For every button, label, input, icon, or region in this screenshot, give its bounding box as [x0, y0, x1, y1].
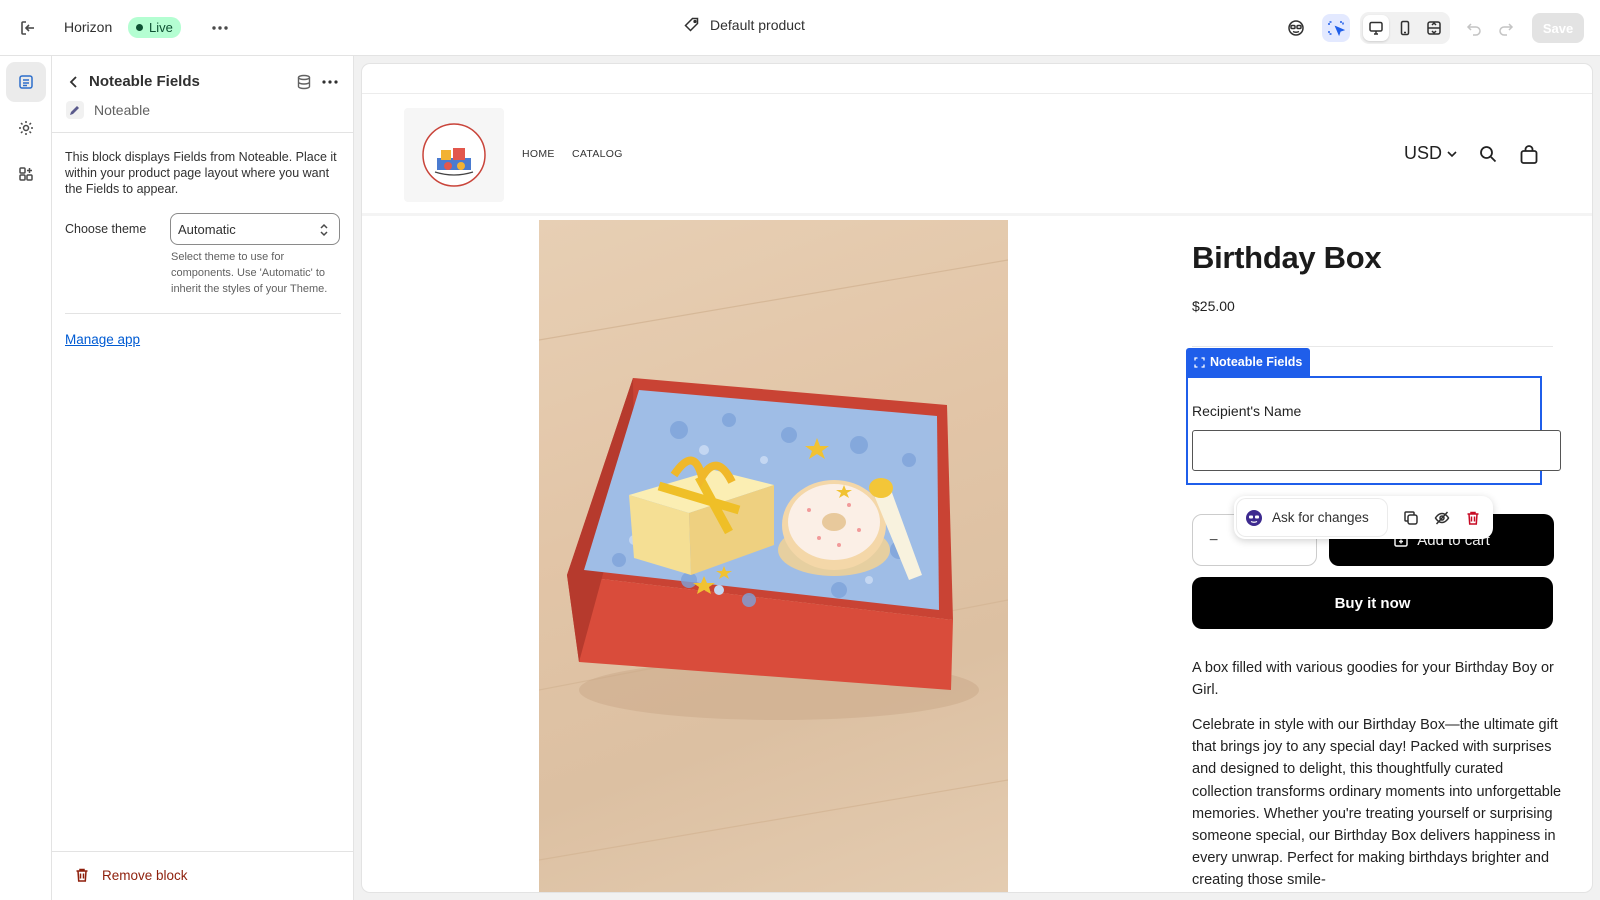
template-name: Default product [710, 17, 805, 33]
block-toolbar: Ask for changes [1234, 496, 1493, 539]
quantity-decrease[interactable]: − [1209, 532, 1218, 550]
delete-icon[interactable] [1461, 506, 1485, 530]
theme-select[interactable]: Automatic [170, 213, 340, 245]
apps-icon[interactable] [6, 154, 46, 194]
app-source: Noteable [66, 101, 150, 119]
remove-block-label: Remove block [102, 867, 188, 883]
recipient-name-input[interactable] [1192, 430, 1561, 471]
template-selector[interactable]: Default product [684, 17, 805, 33]
product-short-description: A box filled with various goodies for yo… [1192, 660, 1554, 698]
viewport-switcher [1360, 12, 1450, 44]
top-bar: Horizon Live Default product Save [0, 0, 1600, 56]
block-tag-label: Noteable Fields [1210, 355, 1303, 369]
cart-icon[interactable] [1518, 144, 1540, 166]
theme-help-text: Select theme to use for components. Use … [171, 251, 328, 295]
announcement-bar [362, 64, 1592, 94]
ask-for-changes-label: Ask for changes [1272, 510, 1369, 525]
redo-icon[interactable] [1492, 14, 1520, 42]
product-price: $25.00 [1192, 298, 1235, 314]
inspector-icon[interactable] [1322, 14, 1350, 42]
search-icon[interactable] [1478, 144, 1498, 164]
sidekick-icon[interactable] [1282, 14, 1310, 42]
app-name: Noteable [94, 102, 151, 118]
database-icon[interactable] [294, 72, 314, 92]
sidekick-icon [1246, 509, 1262, 526]
desktop-icon[interactable] [1363, 15, 1389, 41]
divider [65, 313, 341, 314]
currency-selector[interactable]: USD [1404, 143, 1457, 164]
selection-frame-icon [1194, 356, 1205, 368]
tag-icon [684, 17, 699, 32]
undo-icon[interactable] [1460, 14, 1488, 42]
remove-block-button[interactable]: Remove block [74, 867, 188, 883]
currency-value: USD [1404, 143, 1443, 163]
store-logo[interactable] [404, 108, 504, 202]
divider [1192, 346, 1553, 347]
divider [52, 851, 354, 852]
nav-home-link[interactable]: HOME [522, 148, 555, 160]
mobile-icon[interactable] [1392, 15, 1418, 41]
status-badge: Live [128, 17, 181, 38]
ask-for-changes-button[interactable]: Ask for changes [1237, 499, 1387, 536]
storefront-preview: HOME CATALOG USD Birthday Box $25.00 Not… [362, 64, 1592, 892]
save-button[interactable]: Save [1532, 13, 1584, 43]
store-name[interactable]: Horizon [64, 19, 112, 35]
block-selection-tag[interactable]: Noteable Fields [1186, 348, 1311, 376]
theme-label: Choose theme [65, 222, 147, 236]
sections-icon[interactable] [6, 62, 46, 102]
divider [52, 132, 354, 133]
product-title: Birthday Box [1192, 240, 1382, 275]
sidebar-rail [0, 56, 52, 900]
product-long-description: Celebrate in style with our Birthday Box… [1192, 717, 1562, 889]
nav-catalog-link[interactable]: CATALOG [572, 148, 623, 160]
theme-settings-icon[interactable] [6, 108, 46, 148]
buy-now-button[interactable]: Buy it now [1192, 577, 1553, 629]
status-badge-label: Live [149, 20, 173, 35]
hide-icon[interactable] [1430, 506, 1454, 530]
store-header: HOME CATALOG USD [362, 94, 1592, 216]
settings-panel: Noteable Fields Noteable This block disp… [52, 56, 354, 900]
product-image[interactable] [539, 220, 1008, 892]
chevron-down-icon [1447, 150, 1457, 157]
duplicate-icon[interactable] [1399, 506, 1423, 530]
theme-select-value: Automatic [178, 221, 236, 237]
panel-more-icon[interactable] [318, 72, 342, 92]
fullwidth-icon[interactable] [1421, 15, 1447, 41]
recipient-name-label: Recipient's Name [1192, 403, 1302, 419]
select-chevron-icon [320, 223, 328, 237]
trash-icon [76, 868, 88, 882]
panel-title: Noteable Fields [89, 73, 200, 90]
block-description: This block displays Fields from Noteable… [65, 150, 337, 196]
more-options-icon[interactable] [208, 16, 232, 40]
manage-app-link[interactable]: Manage app [65, 332, 140, 347]
pen-icon [66, 101, 84, 119]
exit-icon[interactable] [16, 16, 40, 40]
back-arrow-icon[interactable] [64, 72, 84, 92]
